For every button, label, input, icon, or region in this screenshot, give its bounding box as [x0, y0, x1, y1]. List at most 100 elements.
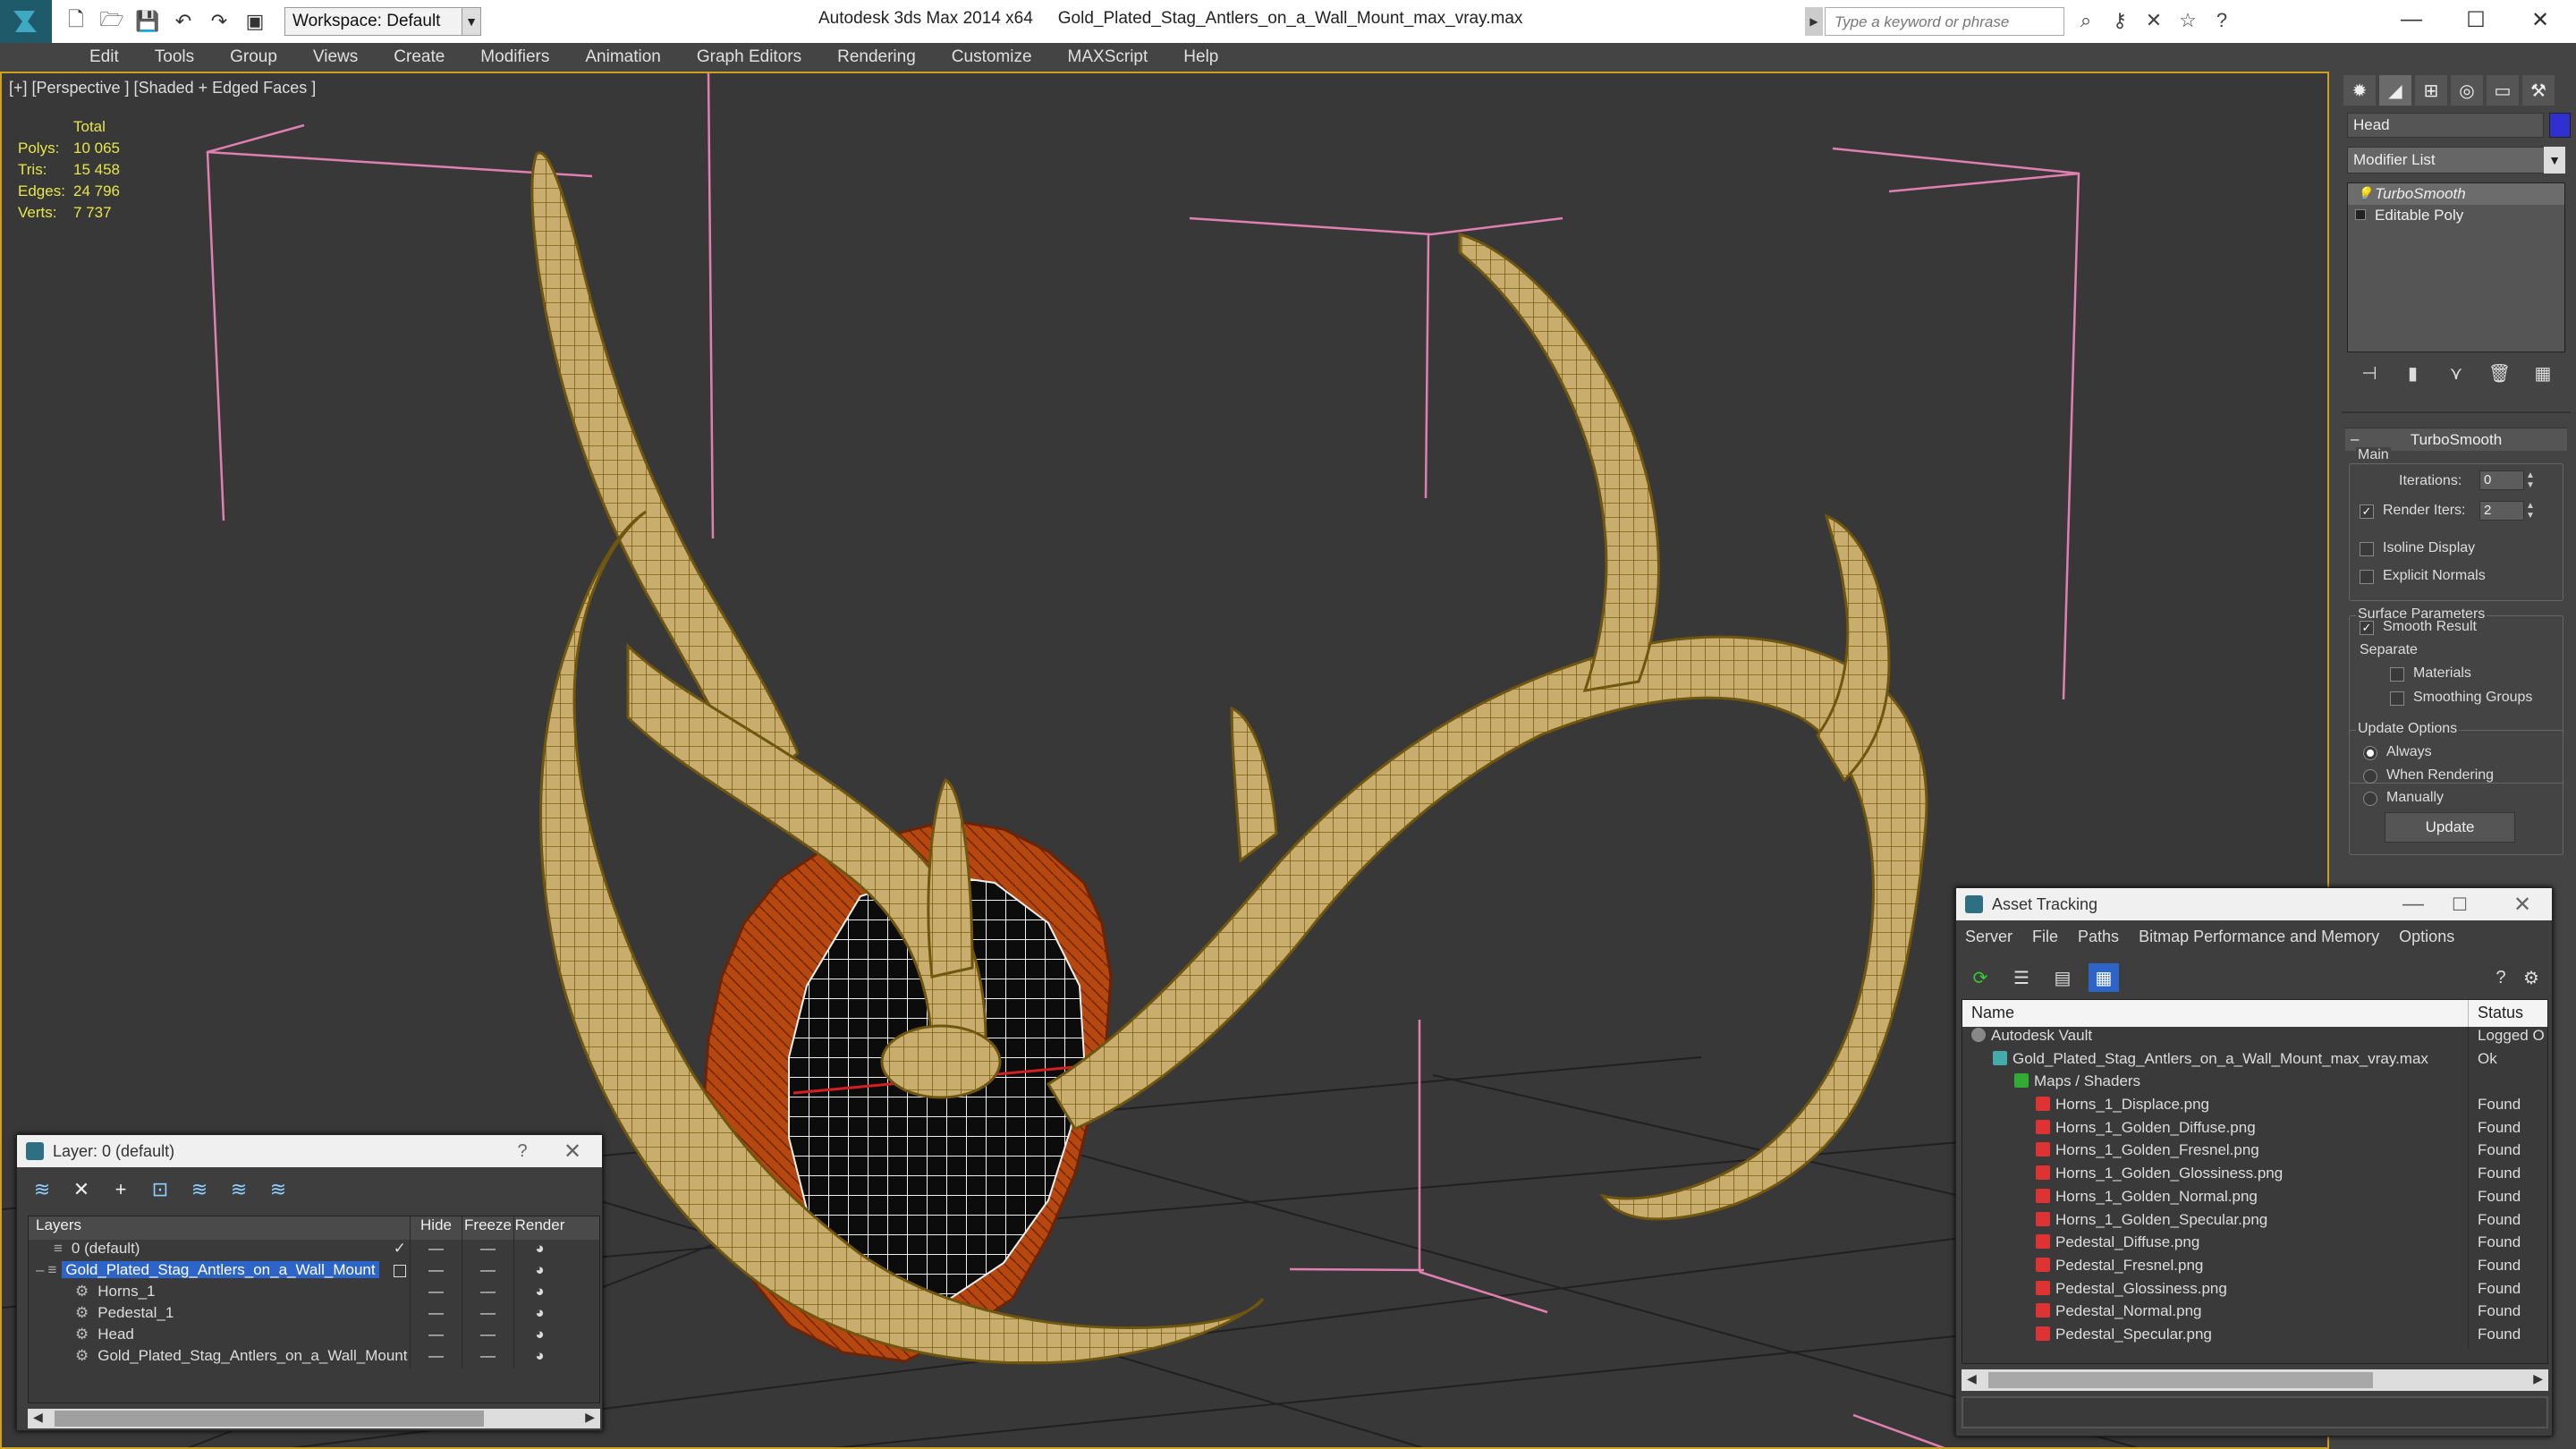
col-status[interactable]: Status — [2469, 1000, 2532, 1027]
expand-icon[interactable] — [2355, 209, 2366, 220]
maximize-icon[interactable]: ☐ — [2445, 890, 2475, 919]
layer-row[interactable]: ⚙ Pedestal_1 — — ◕ — [29, 1304, 599, 1326]
new-layer-icon[interactable]: ≋ — [28, 1176, 56, 1203]
layer-row[interactable]: – ≡ Gold_Plated_Stag_Antlers_on_a_Wall_Mou… — [29, 1261, 599, 1283]
hide-toggle[interactable]: — — [410, 1261, 462, 1283]
menu-modifiers[interactable]: Modifiers — [462, 47, 567, 67]
binoculars-icon[interactable]: ⌕ — [2073, 7, 2098, 34]
object-name[interactable]: Gold_Plated_Stag_Antlers_on_a_Wall_Mount — [94, 1347, 410, 1364]
spinner-arrows-icon[interactable]: ▲ ▼ — [2526, 470, 2535, 490]
menu-paths[interactable]: Paths — [2078, 928, 2119, 946]
workspace-dropdown[interactable]: Workspace: Default — [284, 7, 481, 36]
menu-rendering[interactable]: Rendering — [819, 47, 934, 67]
menu-maxscript[interactable]: MAXScript — [1050, 47, 1166, 67]
modifier-list-dropdown[interactable]: Modifier List — [2347, 147, 2565, 174]
search-expand-icon[interactable]: ▶ — [1805, 7, 1823, 36]
asset-row[interactable]: Pedestal_Diffuse.png Found — [1962, 1233, 2547, 1257]
minimize-icon[interactable]: — — [2379, 0, 2444, 39]
layer-row[interactable]: ⚙ Horns_1 — — ◕ — [29, 1283, 599, 1304]
render-teapot-icon[interactable]: ◕ — [513, 1283, 565, 1304]
smoothing-groups-checkbox[interactable] — [2390, 691, 2404, 706]
menu-file[interactable]: File — [2032, 928, 2058, 946]
exchange-icon[interactable]: ✕ — [2141, 7, 2166, 34]
freeze-toggle[interactable]: — — [462, 1304, 513, 1326]
menu-edit[interactable]: Edit — [72, 47, 137, 67]
show-end-result-icon[interactable]: ▮ — [2400, 360, 2427, 386]
asset-row[interactable]: Horns_1_Golden_Fresnel.png Found — [1962, 1141, 2547, 1165]
asset-row[interactable]: Horns_1_Golden_Glossiness.png Found — [1962, 1165, 2547, 1188]
render-teapot-icon[interactable]: ◕ — [513, 1240, 565, 1261]
menu-help[interactable]: Help — [1165, 47, 1236, 67]
object-name[interactable]: Head — [94, 1326, 138, 1343]
select-objects-icon[interactable]: ⊡ — [146, 1176, 174, 1203]
project-folder-icon[interactable]: ▣ — [242, 9, 268, 34]
close-icon[interactable]: ✕ — [2507, 890, 2538, 919]
remove-modifier-icon[interactable]: 🗑 — [2487, 360, 2513, 386]
stack-item-turbosmooth[interactable]: 💡 TurboSmooth — [2348, 183, 2564, 205]
help-icon[interactable]: ? — [2209, 7, 2234, 34]
render-teapot-icon[interactable]: ◕ — [513, 1326, 565, 1347]
col-hide[interactable]: Hide — [410, 1216, 462, 1240]
render-teapot-icon[interactable]: ◕ — [513, 1261, 565, 1283]
menu-bitmap-performance[interactable]: Bitmap Performance and Memory — [2139, 928, 2379, 946]
app-logo-icon[interactable] — [0, 0, 52, 43]
chevron-down-icon[interactable]: ▼ — [2544, 147, 2565, 174]
menu-server[interactable]: Server — [1965, 928, 2012, 946]
hide-toggle[interactable]: — — [410, 1304, 462, 1326]
configure-sets-icon[interactable]: ▦ — [2529, 360, 2556, 386]
open-file-icon[interactable]: 🗁 — [98, 8, 125, 34]
maximize-icon[interactable]: ☐ — [2444, 0, 2508, 39]
make-active-checkbox[interactable] — [394, 1265, 406, 1277]
render-teapot-icon[interactable]: ◕ — [513, 1347, 565, 1368]
stack-item-editable-poly[interactable]: Editable Poly — [2348, 205, 2564, 226]
hide-toggle[interactable]: — — [410, 1326, 462, 1347]
display-tab-icon[interactable]: ▭ — [2487, 75, 2519, 106]
motion-tab-icon[interactable]: ◎ — [2451, 75, 2483, 106]
chevron-down-icon[interactable]: ▼ — [462, 7, 481, 36]
freeze-toggle[interactable]: — — [462, 1283, 513, 1304]
menu-views[interactable]: Views — [295, 47, 376, 67]
make-unique-icon[interactable]: ⋎ — [2443, 360, 2470, 386]
object-name[interactable]: Horns_1 — [94, 1283, 158, 1300]
star-icon[interactable]: ☆ — [2175, 7, 2200, 34]
hierarchy-tab-icon[interactable]: ⊞ — [2415, 75, 2447, 106]
freeze-toggle[interactable]: — — [462, 1240, 513, 1261]
table-view-icon[interactable]: ▤ — [2047, 963, 2078, 992]
settings-icon[interactable]: ⚙ — [2516, 963, 2546, 992]
minimize-icon[interactable]: — — [2398, 890, 2428, 919]
key-icon[interactable]: ⚷ — [2107, 7, 2132, 34]
asset-row[interactable]: Pedestal_Fresnel.png Found — [1962, 1256, 2547, 1280]
grid-view-icon[interactable]: ▦ — [2089, 963, 2119, 992]
smooth-result-checkbox[interactable]: ✓ — [2360, 621, 2374, 635]
modify-tab-icon[interactable]: ◢ — [2379, 75, 2411, 106]
utilities-tab-icon[interactable]: ⚒ — [2522, 75, 2555, 106]
hide-toggle[interactable]: — — [410, 1347, 462, 1368]
render-teapot-icon[interactable]: ◕ — [513, 1304, 565, 1326]
collapse-icon[interactable]: – — [36, 1261, 44, 1278]
object-color-swatch[interactable] — [2549, 113, 2571, 138]
always-radio[interactable] — [2363, 746, 2377, 760]
hide-toggle[interactable]: — — [410, 1283, 462, 1304]
scroll-right-icon[interactable]: ▶ — [585, 1410, 595, 1425]
menu-create[interactable]: Create — [376, 47, 462, 67]
scrollbar-thumb[interactable] — [55, 1411, 484, 1427]
hide-toggle[interactable]: — — [410, 1240, 462, 1261]
help-icon[interactable]: ? — [2486, 963, 2516, 992]
horizontal-scrollbar[interactable]: ◀ ▶ — [1962, 1369, 2548, 1391]
render-iters-checkbox[interactable]: ✓ — [2360, 504, 2374, 519]
horizontal-scrollbar[interactable]: ◀ ▶ — [28, 1409, 600, 1428]
scroll-left-icon[interactable]: ◀ — [1967, 1371, 1977, 1386]
new-file-icon[interactable]: 🗋 — [63, 8, 89, 34]
menu-animation[interactable]: Animation — [567, 47, 679, 67]
scroll-right-icon[interactable]: ▶ — [2533, 1371, 2543, 1386]
layer-name[interactable]: Gold_Plated_Stag_Antlers_on_a_Wall_Mount — [62, 1261, 379, 1278]
close-icon[interactable]: ✕ — [2508, 0, 2572, 39]
asset-row[interactable]: Pedestal_Glossiness.png Found — [1962, 1279, 2547, 1303]
object-name[interactable]: Pedestal_1 — [94, 1304, 177, 1321]
close-icon[interactable]: ✕ — [557, 1137, 588, 1165]
update-button[interactable]: Update — [2385, 812, 2515, 843]
asset-row[interactable]: Gold_Plated_Stag_Antlers_on_a_Wall_Mount… — [1962, 1049, 2547, 1073]
freeze-all-icon[interactable]: ≋ — [264, 1176, 292, 1203]
menu-group[interactable]: Group — [212, 47, 295, 67]
asset-row[interactable]: Maps / Shaders — [1962, 1072, 2547, 1097]
